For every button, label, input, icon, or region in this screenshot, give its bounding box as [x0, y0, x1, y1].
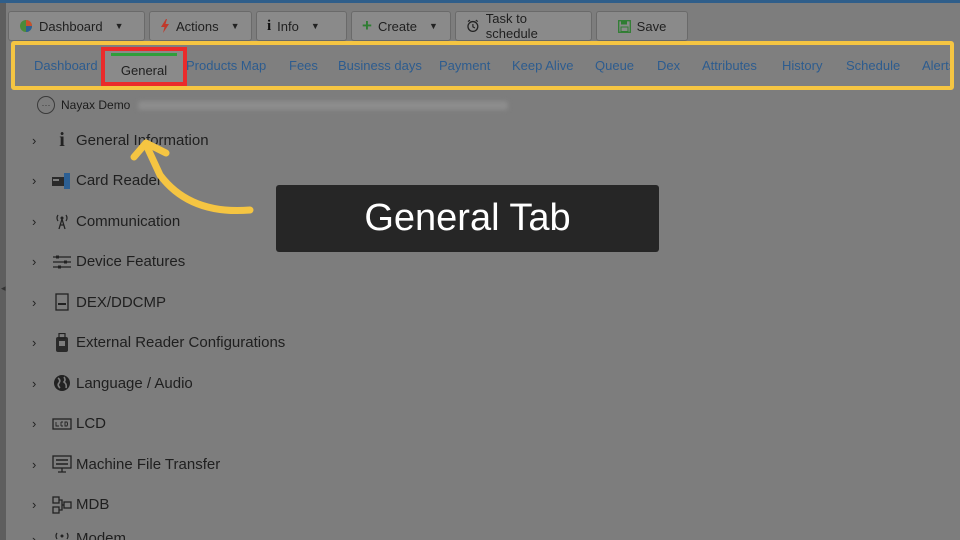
tab-payment[interactable]: Payment: [439, 58, 490, 73]
task-to-schedule-label: Task to schedule: [485, 11, 538, 41]
tab-attributes[interactable]: Attributes: [702, 58, 757, 73]
chevron-right-icon[interactable]: ›: [32, 173, 48, 188]
more-options-icon[interactable]: ···: [37, 96, 55, 114]
globe-icon: [48, 374, 76, 392]
callout-text: General Tab: [364, 197, 571, 239]
tree-item-general-information[interactable]: › i General Information: [32, 120, 632, 161]
chevron-down-icon: ▼: [428, 21, 438, 31]
machine-details-redacted: [138, 100, 509, 110]
tree-item-machine-file-transfer[interactable]: › Machine File Transfer: [32, 444, 632, 485]
settings-tree: › i General Information › Card Reader › …: [32, 120, 632, 540]
info-button[interactable]: i Info ▼: [256, 11, 347, 41]
pie-chart-icon: [20, 20, 32, 32]
create-button[interactable]: + Create ▼: [351, 11, 451, 41]
antenna-icon: [48, 212, 76, 230]
tree-item-label: Modem: [76, 530, 127, 540]
tab-dashboard[interactable]: Dashboard: [34, 58, 98, 73]
floppy-disk-icon: [617, 19, 631, 33]
chevron-right-icon[interactable]: ›: [32, 133, 48, 148]
tree-item-label: LCD: [76, 415, 107, 433]
tree-item-lcd[interactable]: › LCD: [32, 404, 632, 445]
tab-bar-highlight: Dashboard General Products Map Fees Busi…: [11, 41, 954, 90]
info-icon: i: [59, 128, 65, 151]
tab-products-map[interactable]: Products Map: [186, 58, 266, 73]
chevron-down-icon: ▼: [114, 21, 124, 31]
chevron-right-icon[interactable]: ›: [32, 214, 48, 229]
save-button[interactable]: Save: [596, 11, 688, 41]
chevron-right-icon[interactable]: ›: [32, 532, 48, 540]
tree-item-language-audio[interactable]: › Language / Audio: [32, 363, 632, 404]
actions-button-label: Actions: [176, 18, 219, 34]
tree-item-label: Machine File Transfer: [76, 455, 221, 473]
tab-bar: Dashboard General Products Map Fees Busi…: [15, 45, 950, 86]
alarm-clock-icon: [467, 19, 479, 33]
tab-fees[interactable]: Fees: [289, 58, 318, 73]
dashboard-button[interactable]: Dashboard ▼: [8, 11, 145, 41]
chevron-right-icon[interactable]: ›: [32, 497, 48, 512]
task-to-schedule-button[interactable]: Task to schedule: [455, 11, 592, 41]
lcd-icon: [48, 418, 76, 430]
save-button-label: Save: [636, 18, 667, 34]
left-collapse-bar[interactable]: ◂: [0, 3, 6, 540]
features-icon: [48, 255, 76, 269]
tab-alerts[interactable]: Alerts: [922, 58, 950, 73]
tab-history[interactable]: History: [782, 58, 822, 73]
tree-item-label: MDB: [76, 496, 110, 514]
mdb-icon: [48, 496, 76, 514]
tab-keep-alive[interactable]: Keep Alive: [512, 58, 573, 73]
chevron-right-icon[interactable]: ›: [32, 416, 48, 431]
machine-name: Nayax Demo: [61, 98, 131, 112]
tab-business-days[interactable]: Business days: [338, 58, 422, 73]
tree-item-label: Device Features: [76, 253, 186, 271]
info-icon: i: [267, 17, 272, 34]
modem-icon: [48, 531, 76, 540]
tab-schedule[interactable]: Schedule: [846, 58, 900, 73]
toolbar: Dashboard ▼ Actions ▼ i Info ▼ + Create …: [8, 11, 688, 43]
lightning-icon: [161, 19, 169, 33]
chevron-right-icon[interactable]: ›: [32, 376, 48, 391]
info-button-label: Info: [277, 18, 299, 34]
chevron-down-icon: ▼: [310, 21, 320, 31]
tab-general-label: General: [120, 63, 168, 78]
chevron-right-icon[interactable]: ›: [32, 254, 48, 269]
callout-arrow-icon: [130, 139, 254, 215]
file-transfer-icon: [48, 455, 76, 473]
external-reader-icon: [48, 332, 76, 353]
tab-queue[interactable]: Queue: [595, 58, 634, 73]
chevron-right-icon[interactable]: ›: [32, 295, 48, 310]
tree-item-mdb[interactable]: › MDB: [32, 485, 632, 526]
tab-dex[interactable]: Dex: [657, 58, 680, 73]
collapse-handle-icon[interactable]: ◂: [1, 283, 6, 294]
actions-button[interactable]: Actions ▼: [149, 11, 252, 41]
tree-item-external-reader-configurations[interactable]: › External Reader Configurations: [32, 323, 632, 364]
chevron-right-icon[interactable]: ›: [32, 457, 48, 472]
chevron-down-icon: ▼: [230, 21, 240, 31]
tree-item-label: DEX/DDCMP: [76, 293, 167, 311]
chevron-right-icon[interactable]: ›: [32, 335, 48, 350]
tree-item-dex-ddcmp[interactable]: › DEX/DDCMP: [32, 282, 632, 323]
machine-header: ··· Nayax Demo: [37, 96, 509, 114]
dex-icon: [48, 293, 76, 311]
tree-item-label: Language / Audio: [76, 374, 193, 392]
general-tab-callout: General Tab: [276, 185, 659, 252]
tree-item-label: External Reader Configurations: [76, 334, 286, 352]
active-tab-indicator: [111, 53, 177, 56]
card-reader-icon: [48, 172, 76, 190]
dashboard-button-label: Dashboard: [39, 18, 103, 34]
tree-item-modem[interactable]: › Modem: [32, 525, 632, 540]
tab-general[interactable]: General: [101, 47, 187, 86]
plus-icon: +: [362, 16, 372, 35]
create-button-label: Create: [377, 18, 417, 34]
